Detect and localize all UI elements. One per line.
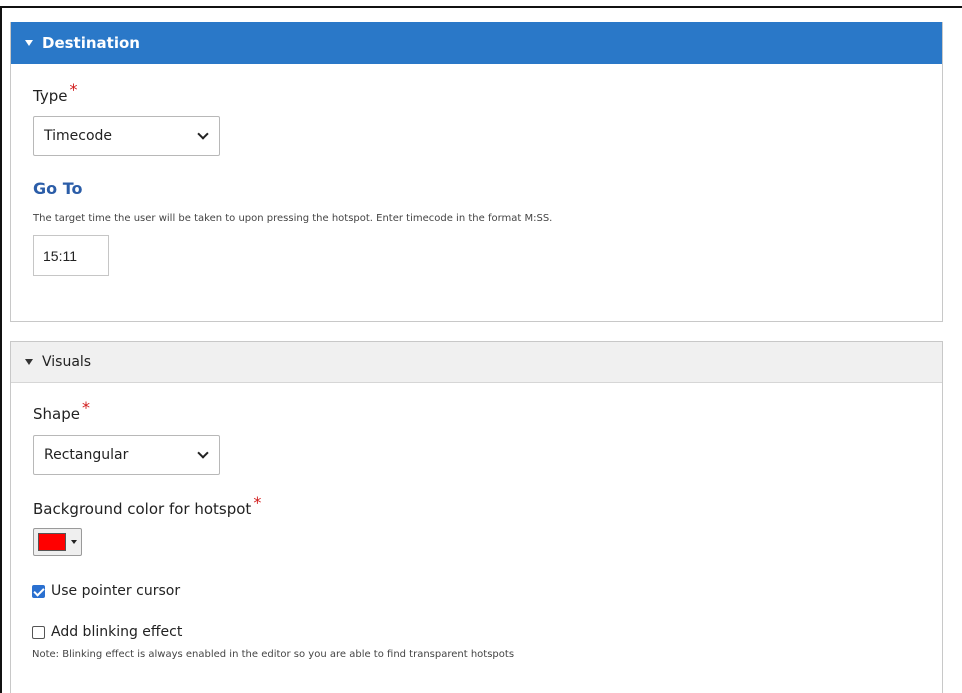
visuals-header-label: Visuals	[42, 354, 92, 370]
caret-down-icon	[25, 359, 33, 365]
visuals-header[interactable]: Visuals	[11, 342, 942, 383]
type-select[interactable]: Timecode	[33, 116, 220, 156]
shape-select-value: Rectangular	[44, 447, 129, 463]
shape-label: Shape	[33, 405, 80, 423]
caret-down-icon	[71, 540, 77, 544]
goto-title: Go To	[33, 179, 83, 198]
type-label-group: Type *	[33, 80, 77, 105]
visuals-panel: Visuals Shape * Rectangular Background co…	[10, 341, 943, 693]
screenshot-frame: Destination Type * Timecode Go To The tar…	[0, 0, 962, 693]
pointer-cursor-label: Use pointer cursor	[51, 583, 181, 599]
goto-timecode-input[interactable]	[33, 235, 109, 276]
blinking-label: Add blinking effect	[51, 624, 183, 640]
shape-label-group: Shape *	[33, 398, 90, 423]
caret-down-icon	[25, 40, 33, 46]
bg-color-label: Background color for hotspot	[33, 500, 252, 518]
destination-panel: Destination Type * Timecode Go To The tar…	[10, 22, 943, 322]
color-swatch	[38, 533, 66, 551]
required-marker: *	[69, 80, 78, 99]
shape-select[interactable]: Rectangular	[33, 435, 220, 475]
pointer-cursor-option: Use pointer cursor	[32, 583, 180, 599]
pointer-cursor-checkbox[interactable]	[32, 584, 45, 598]
type-label: Type	[33, 87, 68, 105]
destination-header[interactable]: Destination	[11, 22, 942, 64]
required-marker: *	[253, 493, 262, 512]
goto-description: The target time the user will be taken t…	[33, 213, 553, 224]
required-marker: *	[81, 398, 90, 417]
blinking-option: Add blinking effect	[32, 624, 182, 640]
destination-header-label: Destination	[42, 34, 140, 52]
chevron-down-icon	[197, 447, 209, 459]
chevron-down-icon	[197, 128, 209, 140]
blinking-note: Note: Blinking effect is always enabled …	[32, 649, 515, 660]
type-select-value: Timecode	[44, 128, 113, 144]
bg-color-picker[interactable]	[33, 528, 82, 556]
blinking-checkbox[interactable]	[32, 625, 45, 639]
frame-border-left	[0, 6, 2, 693]
frame-border-top	[0, 6, 962, 8]
bg-color-label-group: Background color for hotspot *	[33, 493, 261, 518]
